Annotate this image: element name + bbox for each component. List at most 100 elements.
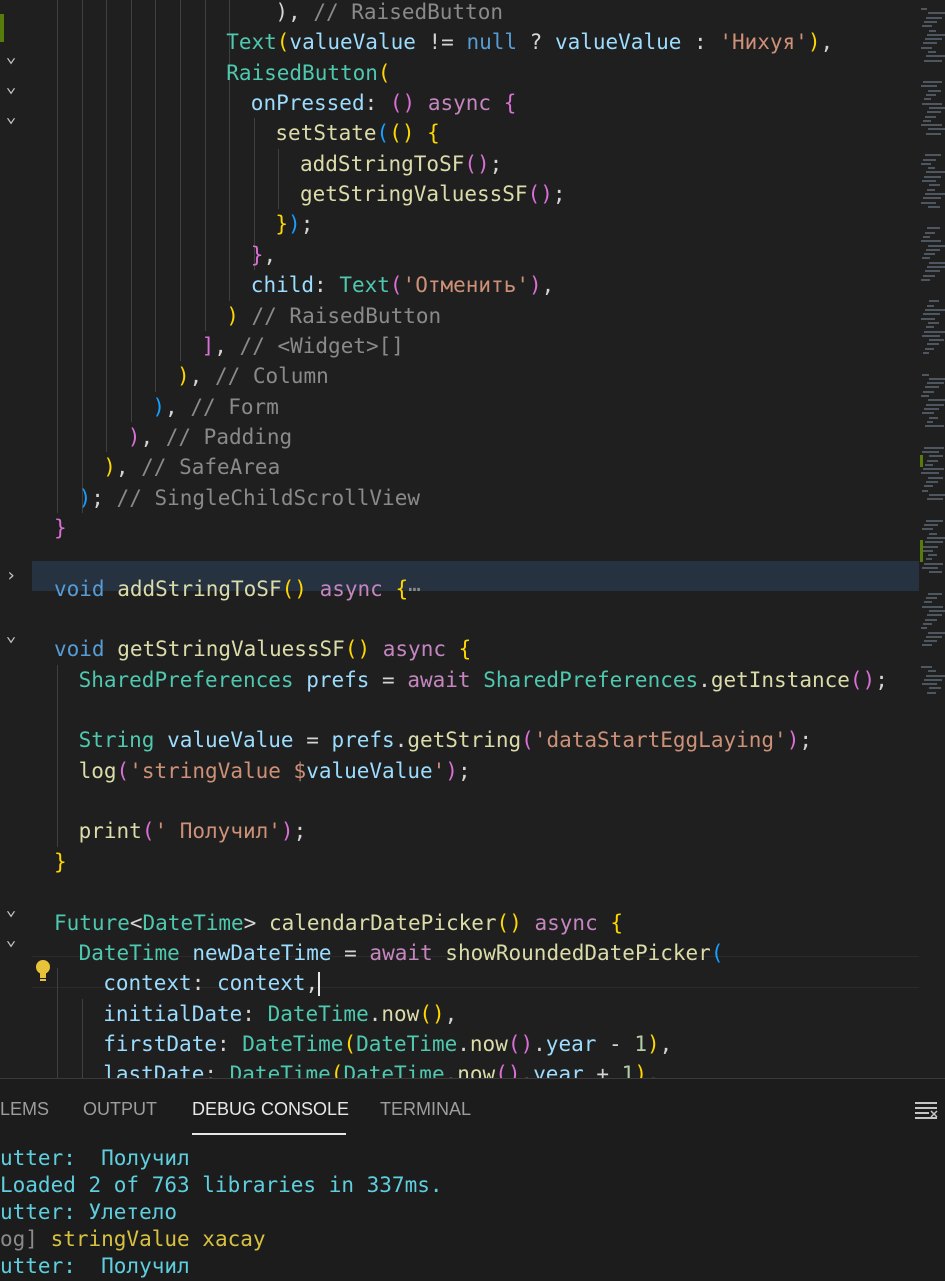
minimap-line <box>929 339 944 342</box>
code-line[interactable]: RaisedButton( <box>226 58 390 88</box>
minimap-line <box>929 261 945 264</box>
code-token: log <box>78 758 117 783</box>
minimap-line <box>925 38 942 41</box>
code-token: now <box>457 1062 496 1078</box>
code-token: . <box>698 667 711 692</box>
code-line[interactable]: lastDate: DateTime(DateTime.now().year +… <box>103 1059 659 1078</box>
panel-menu-icon[interactable] <box>915 1099 939 1121</box>
code-editor[interactable]: ⌄ ⌄ ⌄ › ⌄ ⌄ ⌄ ), // RaisedButton Text(val… <box>0 0 945 1078</box>
fold-chevron-down-icon[interactable]: ⌄ <box>0 925 22 955</box>
indent-guide <box>81 998 83 1078</box>
code-token: DateTime <box>356 1031 458 1056</box>
minimap[interactable] <box>919 0 945 1078</box>
minimap-line <box>927 227 940 230</box>
indent-guide <box>57 664 58 847</box>
fold-chevron-down-icon[interactable]: ⌄ <box>0 102 22 132</box>
code-line[interactable]: void addStringToSF() async {⋯ <box>54 574 421 604</box>
fold-chevron-down-icon[interactable]: ⌄ <box>0 72 22 102</box>
code-line[interactable]: addStringToSF(); <box>300 149 502 179</box>
minimap-line <box>929 300 939 303</box>
code-token: void <box>54 576 105 601</box>
indent-guide <box>155 0 157 392</box>
code-line[interactable]: ), // Column <box>177 361 329 391</box>
code-line[interactable]: Text(valueValue != null ? valueValue : '… <box>226 27 833 57</box>
indent-guide <box>278 148 280 210</box>
code-line[interactable]: print(' Получил'); <box>79 816 307 846</box>
minimap-line <box>922 567 938 569</box>
code-token: SharedPreferences <box>483 667 699 692</box>
code-token: ) <box>103 455 116 480</box>
code-token: 1 <box>634 1031 647 1056</box>
minimap-line <box>924 562 943 565</box>
code-line[interactable]: getStringValuessSF(); <box>300 179 566 209</box>
lightbulb-icon[interactable] <box>33 958 53 984</box>
tab-problems[interactable]: LEMS <box>0 1099 49 1120</box>
code-line[interactable]: onPressed: () async { <box>251 88 517 118</box>
code-line[interactable]: child: Text('Отменить'), <box>251 270 555 300</box>
code-token: ) <box>528 273 542 298</box>
code-token: { <box>458 637 472 662</box>
indent-guide <box>57 968 58 1078</box>
code-token: . <box>444 1062 458 1078</box>
fold-chevron-down-icon[interactable]: ⌄ <box>0 42 22 72</box>
fold-chevron-right-icon[interactable]: › <box>0 561 22 591</box>
code-token: : <box>191 971 217 996</box>
minimap-line <box>923 274 935 277</box>
code-line[interactable]: ) // RaisedButton <box>226 301 441 331</box>
code-line[interactable]: SharedPreferences prefs = await SharedPr… <box>79 665 888 695</box>
code-token: lastDate <box>103 1062 205 1078</box>
code-token: Future <box>54 910 130 935</box>
minimap-line <box>921 8 927 10</box>
minimap-line <box>927 382 944 385</box>
code-line[interactable]: log('stringValue $valueValue'); <box>79 756 471 786</box>
code-line[interactable]: }); <box>275 209 313 239</box>
minimap-line <box>926 519 943 522</box>
code-line[interactable]: }, <box>251 240 276 270</box>
code-line[interactable]: initialDate: DateTime.now(), <box>103 999 457 1029</box>
code-token: . <box>394 728 408 753</box>
code-line[interactable]: } <box>54 513 67 543</box>
code-line[interactable]: String valueValue = prefs.getString('dat… <box>79 725 812 755</box>
bottom-panel: LEMS OUTPUT DEBUG CONSOLE TERMINAL utter… <box>0 1078 945 1281</box>
code-token: , <box>165 394 191 419</box>
code-token: () <box>419 1001 445 1026</box>
scrollbar-change-marker <box>920 455 923 467</box>
minimap-line <box>925 115 936 118</box>
code-line[interactable]: ), // RaisedButton <box>275 0 503 27</box>
code-token: ) <box>280 819 294 844</box>
code-line[interactable]: ), // Padding <box>128 422 292 452</box>
tab-output[interactable]: OUTPUT <box>83 1099 157 1120</box>
code-line[interactable]: DateTime newDateTime = await showRounded… <box>79 938 724 968</box>
text-cursor <box>318 972 321 997</box>
minimap-line <box>928 51 936 53</box>
code-token: // Padding <box>165 424 293 449</box>
code-line[interactable]: void getStringValuessSF() async { <box>54 634 471 664</box>
fold-chevron-down-icon[interactable]: ⌄ <box>0 621 22 651</box>
minimap-line <box>927 343 939 346</box>
minimap-line <box>925 154 941 157</box>
code-line[interactable]: firstDate: DateTime(DateTime.now().year … <box>103 1029 672 1059</box>
console-line: utter: Улетело <box>0 1199 177 1226</box>
code-line[interactable]: setState(() { <box>275 118 439 148</box>
code-line[interactable]: Future<DateTime> calendarDatePicker() as… <box>54 908 623 938</box>
minimap-line <box>928 592 942 595</box>
code-token: 'stringValue $ <box>129 758 307 783</box>
tab-terminal[interactable]: TERMINAL <box>380 1099 471 1120</box>
fold-chevron-down-icon[interactable]: ⌄ <box>0 895 22 925</box>
code-line[interactable]: ); // SingleChildScrollView <box>79 483 420 513</box>
code-token: now <box>469 1031 508 1056</box>
code-line[interactable]: ), // SafeArea <box>103 452 280 482</box>
code-token: ' <box>432 758 446 783</box>
code-line[interactable]: ], // <Widget>[] <box>202 331 404 361</box>
tab-debug-console[interactable]: DEBUG CONSOLE <box>192 1099 349 1120</box>
code-line[interactable]: context: context, <box>103 968 321 998</box>
code-token: ) <box>646 1031 660 1056</box>
code-token: ; <box>293 819 307 844</box>
code-token: - <box>596 1031 635 1056</box>
minimap-line <box>926 16 942 19</box>
code-line[interactable]: ), // Form <box>152 392 278 422</box>
code-line[interactable]: } <box>54 847 67 877</box>
code-token: ( <box>377 60 391 85</box>
